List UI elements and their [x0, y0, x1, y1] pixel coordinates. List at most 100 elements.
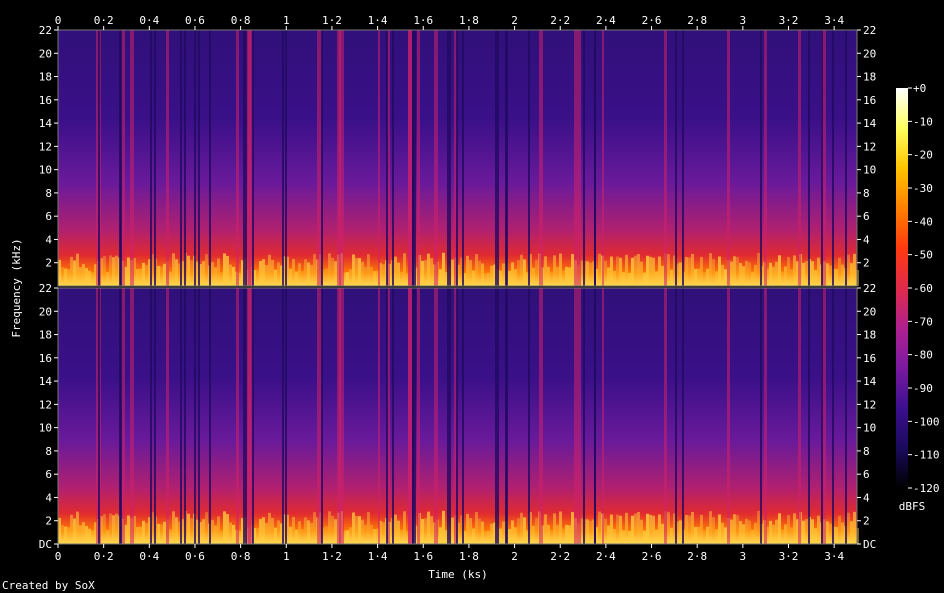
- spectrogram-low-band: [736, 256, 739, 286]
- spectrogram-low-band: [556, 524, 559, 544]
- spectrogram-low-band: [424, 260, 427, 286]
- y-tick-label-right: 2: [863, 257, 870, 270]
- spectrogram-low-band: [169, 271, 172, 286]
- spectrogram-low-band: [307, 520, 310, 544]
- spectrogram-low-band: [649, 256, 652, 286]
- spectrogram-channel-1: [58, 30, 859, 286]
- x-tick-label-bottom: 1·2: [322, 550, 342, 563]
- spectrogram-low-band: [187, 255, 190, 286]
- y-tick-label-left: 12: [39, 398, 52, 411]
- spectrogram-dark-column: [414, 30, 416, 286]
- spectrogram-low-band: [550, 529, 553, 544]
- spectrogram-dark-column: [285, 30, 287, 286]
- spectrogram-low-band: [112, 515, 115, 544]
- y-tick-label-right: 14: [863, 117, 877, 130]
- spectrogram-dark-column: [808, 30, 810, 286]
- spectrogram-low-band: [733, 514, 736, 544]
- spectrogram-low-band: [76, 511, 79, 544]
- spectrogram-bright-column: [337, 288, 341, 544]
- spectrogram-low-band: [301, 270, 304, 286]
- spectrogram-low-band: [160, 266, 163, 286]
- spectrogram-dark-column: [119, 288, 121, 544]
- spectrogram-low-band: [670, 527, 673, 544]
- colorbar-tick-label: -40: [913, 215, 933, 228]
- spectrogram-low-band: [655, 271, 658, 286]
- spectrogram-low-band: [802, 520, 805, 544]
- colorbar-tick-label: -90: [913, 382, 933, 395]
- spectrogram-low-band: [364, 266, 367, 286]
- spectrogram-dark-column: [98, 288, 100, 544]
- spectrogram-low-band: [259, 518, 262, 544]
- spectrogram-low-band: [70, 256, 73, 286]
- spectrogram-low-band: [838, 257, 841, 286]
- colorbar-tick-label: +0: [913, 82, 926, 95]
- y-tick-label-right: 12: [863, 398, 876, 411]
- x-tick-label-bottom: 2·6: [642, 550, 662, 563]
- spectrogram-bright-column: [417, 288, 420, 544]
- spectrogram-dark-column: [682, 288, 684, 544]
- y-tick-label-right: 22: [863, 24, 876, 37]
- spectrogram-bright-column: [378, 30, 380, 286]
- spectrogram-low-band: [754, 264, 757, 286]
- spectrogram-low-band: [532, 525, 535, 544]
- spectrogram-low-band: [544, 256, 547, 286]
- spectrogram-low-band: [634, 513, 637, 544]
- spectrogram-low-band: [781, 529, 784, 544]
- spectrogram-low-band: [79, 267, 82, 286]
- spectrogram-low-band: [730, 519, 733, 544]
- spectrogram-low-band: [586, 519, 589, 544]
- spectrogram-low-band: [700, 514, 703, 544]
- spectrogram-bright-column: [408, 30, 412, 286]
- spectrogram-low-band: [721, 522, 724, 544]
- spectrogram-dark-column: [285, 288, 287, 544]
- spectrogram-low-band: [355, 257, 358, 286]
- colorbar-tick-label: -30: [913, 182, 933, 195]
- x-tick-label-top: 1·6: [413, 14, 433, 27]
- spectrogram-dark-column: [154, 30, 156, 286]
- spectrogram-low-band: [640, 519, 643, 544]
- spectrogram-low-band: [565, 266, 568, 286]
- spectrogram-low-band: [292, 516, 295, 544]
- spectrogram-low-band: [352, 512, 355, 544]
- y-tick-label-left: 6: [45, 468, 52, 481]
- spectrogram-low-band: [265, 523, 268, 544]
- spectrogram-low-band: [106, 529, 109, 544]
- spectrogram-low-band: [364, 524, 367, 544]
- spectrogram-low-band: [295, 529, 298, 544]
- spectrogram-low-band: [451, 259, 454, 286]
- spectrogram-low-band: [175, 517, 178, 544]
- spectrogram-low-band: [346, 530, 349, 544]
- spectrogram-low-band: [67, 269, 70, 286]
- y-tick-label-left: 14: [39, 375, 53, 388]
- spectrogram-low-band: [211, 262, 214, 286]
- spectrogram-low-band: [613, 528, 616, 544]
- spectrogram-low-band: [643, 530, 646, 544]
- spectrogram-low-band: [328, 511, 331, 544]
- spectrogram-dark-column: [194, 30, 196, 286]
- spectrogram-low-band: [223, 253, 226, 286]
- y-tick-label-left: 4: [45, 233, 52, 246]
- spectrogram-low-band: [427, 511, 430, 544]
- spectrogram-low-band: [826, 521, 829, 544]
- spectrogram-dark-column: [675, 288, 677, 544]
- spectrogram-low-band: [517, 518, 520, 544]
- spectrogram-low-band: [112, 257, 115, 286]
- spectrogram-dark-column: [505, 30, 507, 286]
- spectrogram-low-band: [211, 520, 214, 544]
- spectrogram-low-band: [817, 515, 820, 544]
- spectrogram-low-band: [568, 267, 571, 286]
- spectrogram-low-band: [256, 269, 259, 286]
- spectrogram-low-band: [685, 514, 688, 544]
- spectrogram-low-band: [73, 260, 76, 286]
- x-tick-label-bottom: 0·8: [231, 550, 251, 563]
- spectrogram-low-band: [610, 514, 613, 544]
- spectrogram-low-band: [703, 529, 706, 544]
- spectrogram-low-band: [88, 270, 91, 286]
- spectrogram-low-band: [697, 268, 700, 286]
- spectrogram-low-band: [694, 268, 697, 286]
- spectrogram-low-band: [853, 253, 856, 286]
- x-tick-label-bottom: 3·4: [824, 550, 844, 563]
- spectrogram-low-band: [571, 512, 574, 544]
- x-tick-label-bottom: 0·2: [94, 550, 114, 563]
- spectrogram-low-band: [472, 270, 475, 286]
